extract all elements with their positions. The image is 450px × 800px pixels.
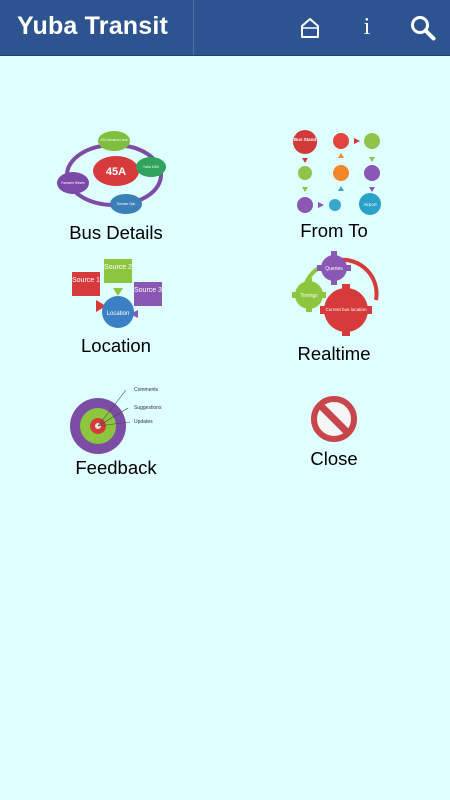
bus-details-icon: 45A ATD Advance Lane Yuba 1000 Sunrise D… — [57, 131, 166, 214]
bus-details-label: Bus Details — [69, 222, 163, 243]
location-icon: Source 1 Source 2 Source 3 Location — [72, 259, 162, 328]
app-bar: Yuba Transit i — [0, 0, 450, 56]
feedback-label: Feedback — [75, 457, 157, 478]
source-3-text: Source 3 — [134, 287, 162, 294]
from-start-label: Bus Stand — [294, 137, 317, 142]
home-button[interactable] — [286, 0, 334, 55]
bus-node-2: Yuba 1000 — [143, 165, 159, 169]
gear-3-text: Current bus location — [325, 307, 367, 312]
from-to-button[interactable]: Bus Stand Airport From To — [239, 125, 429, 245]
gear-2-text: Timings — [300, 293, 318, 299]
close-button[interactable]: Close — [239, 392, 429, 472]
info-button[interactable]: i — [343, 0, 391, 55]
location-button[interactable]: Source 1 Source 2 Source 3 Location Loca… — [21, 256, 211, 360]
realtime-label: Realtime — [297, 343, 371, 364]
info-icon: i — [363, 14, 371, 40]
realtime-gears-icon: Queries Timings Current bus location — [292, 251, 379, 336]
close-prohibited-icon — [311, 396, 357, 442]
bus-node-4: Farmerie Wesee — [61, 181, 85, 185]
bus-node-3: Sunrise Dpk — [117, 202, 136, 206]
search-icon — [411, 15, 436, 40]
feedback-target-icon: Comments Suggestions Updates — [70, 387, 162, 454]
source-1-text: Source 1 — [72, 277, 100, 284]
from-to-label: From To — [300, 220, 368, 241]
realtime-button[interactable]: Queries Timings Current bus location Rea… — [239, 250, 429, 366]
feedback-ring-1: Comments — [134, 387, 159, 393]
feedback-ring-2: Suggestions — [134, 405, 162, 411]
source-2-text: Source 2 — [104, 264, 132, 271]
location-label: Location — [81, 335, 151, 356]
feedback-button[interactable]: Comments Suggestions Updates Feedback — [21, 380, 211, 480]
app-title: Yuba Transit — [17, 12, 169, 40]
bus-details-button[interactable]: 45A ATD Advance Lane Yuba 1000 Sunrise D… — [21, 125, 211, 245]
search-button[interactable] — [399, 0, 447, 55]
home-icon — [301, 17, 319, 38]
from-to-icon: Bus Stand Airport — [293, 130, 381, 215]
feedback-ring-3: Updates — [134, 419, 153, 425]
location-center-text: Location — [107, 311, 130, 317]
to-end-label: Airport — [363, 202, 377, 207]
bus-node-1: ATD Advance Lane — [100, 138, 127, 142]
bus-route-number: 45A — [106, 166, 126, 178]
app-bar-divider — [193, 0, 194, 55]
gear-1-text: Queries — [325, 266, 343, 272]
close-label: Close — [310, 448, 358, 469]
